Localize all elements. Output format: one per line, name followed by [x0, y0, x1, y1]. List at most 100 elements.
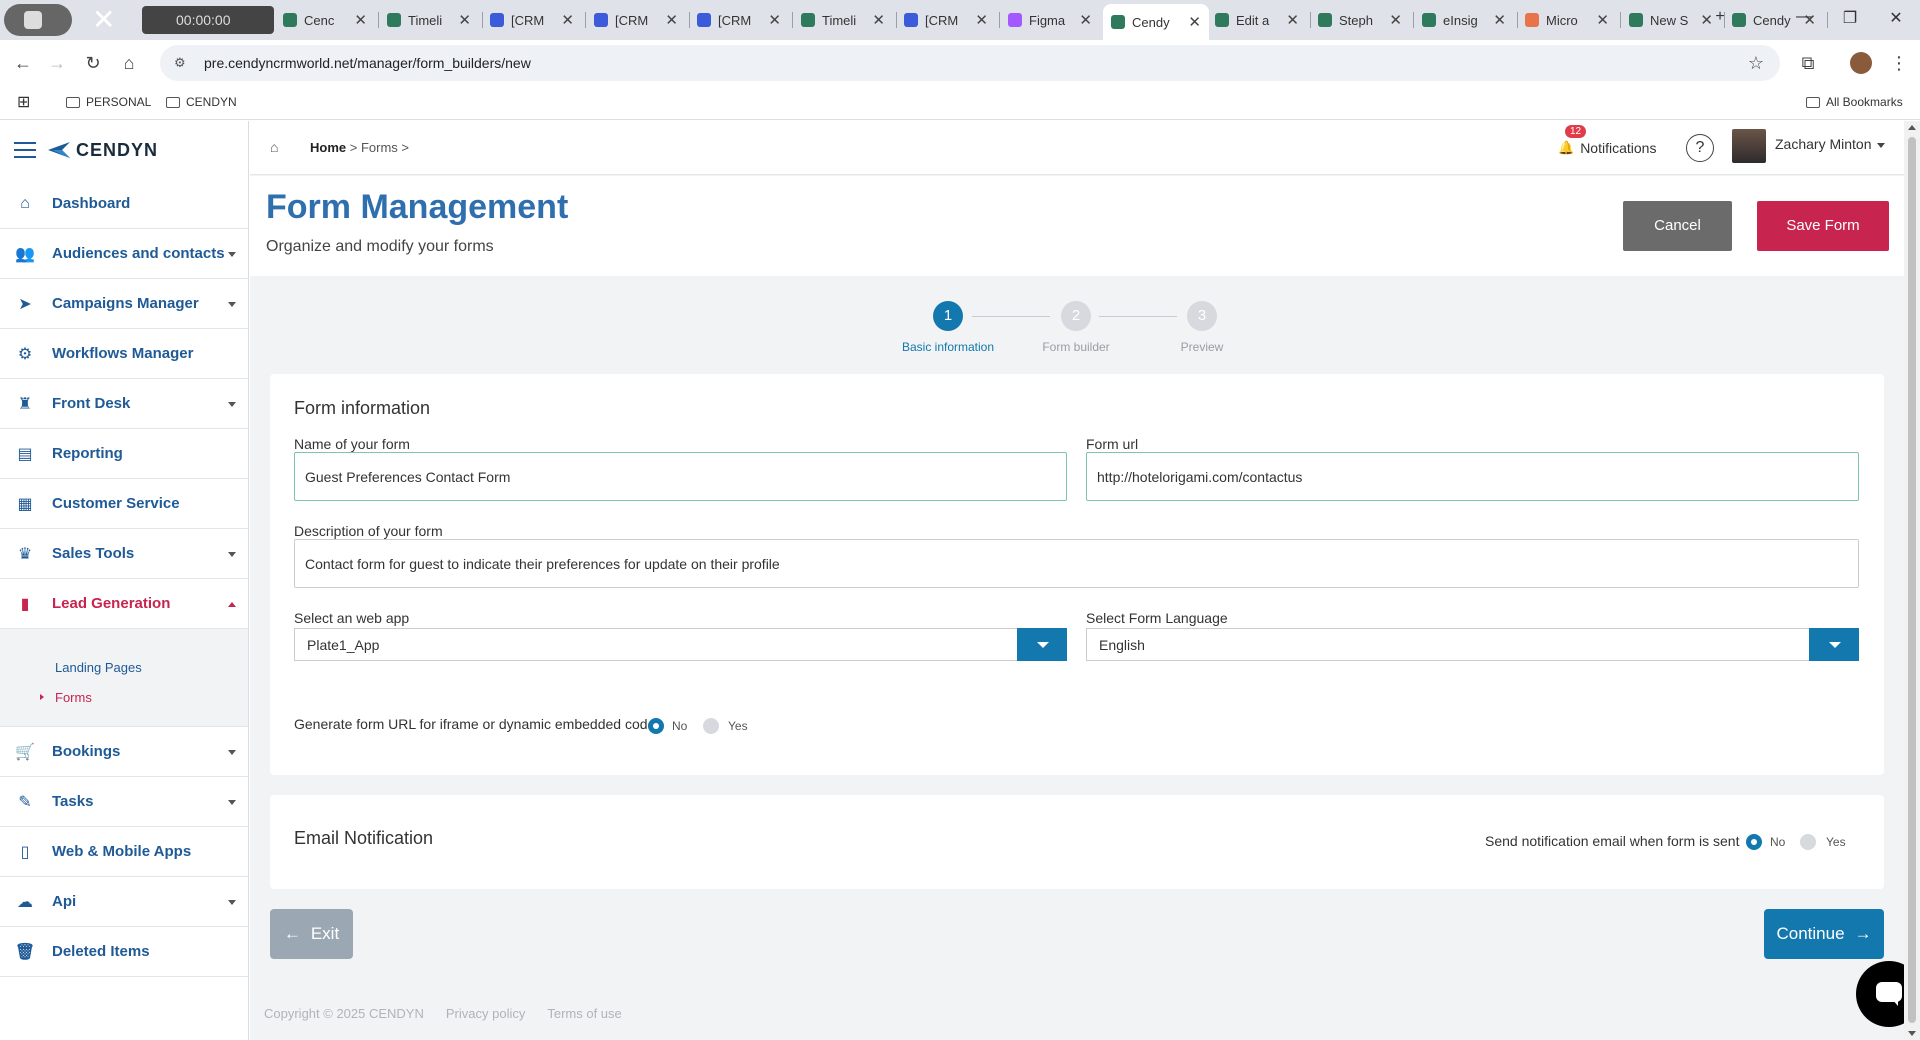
- sidebar-item-web-mobile-apps[interactable]: ▯ Web & Mobile Apps: [0, 827, 248, 877]
- email-notify-yes-radio[interactable]: [1800, 834, 1816, 850]
- form-url-input[interactable]: http://hotelorigami.com/contactus: [1086, 452, 1859, 501]
- sidebar-item-tasks[interactable]: ✎ Tasks: [0, 777, 248, 827]
- breadcrumb-forms[interactable]: Forms: [361, 140, 398, 155]
- sidebar-item-dashboard[interactable]: ⌂ Dashboard: [0, 179, 248, 229]
- close-tab-icon[interactable]: ✕: [458, 11, 471, 29]
- save-form-button[interactable]: Save Form: [1757, 201, 1889, 251]
- notifications-button[interactable]: 🔔 Notifications: [1558, 140, 1656, 156]
- close-tab-icon[interactable]: ✕: [561, 11, 574, 29]
- browser-tab[interactable]: eInsig ✕: [1414, 7, 1514, 33]
- browser-tab[interactable]: Figma ✕: [1000, 7, 1100, 33]
- close-tab-icon[interactable]: ✕: [665, 11, 678, 29]
- site-info-icon[interactable]: ⚙: [174, 55, 192, 71]
- sidebar-item-sales-tools[interactable]: ♛ Sales Tools: [0, 529, 248, 579]
- sidebar-item-bookings[interactable]: 🛒 Bookings: [0, 727, 248, 777]
- close-tab-icon[interactable]: ✕: [1286, 11, 1299, 29]
- address-bar[interactable]: ⚙ pre.cendyncrmworld.net/manager/form_bu…: [160, 45, 1780, 81]
- close-tab-icon[interactable]: ✕: [1493, 11, 1506, 29]
- close-tab-icon[interactable]: ✕: [768, 11, 781, 29]
- privacy-policy-link[interactable]: Privacy policy: [446, 1006, 525, 1021]
- browser-menu-icon[interactable]: ⋮: [1888, 52, 1910, 74]
- close-tab-icon[interactable]: ✕: [872, 11, 885, 29]
- sidebar-item-lead-generation[interactable]: ▮ Lead Generation: [0, 579, 248, 629]
- chevron-down-icon[interactable]: [1809, 628, 1859, 661]
- sidebar-item-customer-service[interactable]: ▦ Customer Service: [0, 479, 248, 529]
- terms-of-use-link[interactable]: Terms of use: [547, 1006, 621, 1021]
- close-tab-icon[interactable]: ✕: [1188, 13, 1201, 31]
- step-3-circle[interactable]: 3: [1187, 301, 1217, 331]
- close-tab-icon[interactable]: ✕: [1596, 11, 1609, 29]
- profile-avatar[interactable]: [1850, 52, 1872, 74]
- browser-tab[interactable]: Micro ✕: [1517, 7, 1617, 33]
- browser-tab[interactable]: Edit a ✕: [1207, 7, 1307, 33]
- bookmark-star-icon[interactable]: ☆: [1745, 52, 1767, 74]
- sidebar-item-audiences-and-contacts[interactable]: 👥 Audiences and contacts: [0, 229, 248, 279]
- breadcrumb-home-icon[interactable]: ⌂: [270, 139, 286, 155]
- sidebar-item-front-desk[interactable]: ♜ Front Desk: [0, 379, 248, 429]
- browser-tab[interactable]: Timeli ✕: [793, 7, 893, 33]
- minimize-button[interactable]: —: [1784, 8, 1824, 26]
- scroll-up-icon[interactable]: [1908, 125, 1916, 130]
- close-tab-icon[interactable]: ✕: [1389, 11, 1402, 29]
- sidebar-item-deleted-items[interactable]: 🗑 Deleted Items: [0, 927, 248, 977]
- close-icon[interactable]: ✕: [92, 6, 115, 34]
- chevron-down-icon[interactable]: [1877, 143, 1885, 148]
- forward-icon[interactable]: →: [46, 52, 68, 74]
- browser-tab[interactable]: Cenc ✕: [275, 7, 375, 33]
- chevron-down-icon[interactable]: [228, 800, 236, 805]
- chevron-down-icon[interactable]: [228, 252, 236, 257]
- form-name-input[interactable]: Guest Preferences Contact Form: [294, 452, 1067, 501]
- browser-tab[interactable]: Timeli ✕: [379, 7, 479, 33]
- browser-tab[interactable]: [CRM ✕: [482, 7, 582, 33]
- continue-button[interactable]: Continue →: [1764, 909, 1884, 959]
- chevron-down-icon[interactable]: [228, 552, 236, 557]
- sidebar-subitem-forms[interactable]: Forms: [55, 690, 92, 705]
- browser-tab[interactable]: [CRM ✕: [896, 7, 996, 33]
- close-tab-icon[interactable]: ✕: [1079, 11, 1092, 29]
- back-icon[interactable]: ←: [12, 52, 34, 74]
- sidebar-item-api[interactable]: ☁ Api: [0, 877, 248, 927]
- chevron-down-icon[interactable]: [228, 750, 236, 755]
- embed-no-radio[interactable]: [648, 718, 664, 734]
- browser-tab[interactable]: [CRM ✕: [586, 7, 686, 33]
- step-1-circle[interactable]: 1: [933, 301, 963, 331]
- exit-button[interactable]: ← Exit: [270, 909, 353, 959]
- close-window-button[interactable]: ✕: [1876, 8, 1916, 28]
- browser-tab[interactable]: Cendy ✕: [1103, 4, 1209, 40]
- sidebar-item-campaigns-manager[interactable]: ➤ Campaigns Manager: [0, 279, 248, 329]
- hamburger-menu-icon[interactable]: [14, 142, 36, 158]
- sidebar-item-reporting[interactable]: ▤ Reporting: [0, 429, 248, 479]
- chevron-down-icon[interactable]: [228, 900, 236, 905]
- page-scrollbar[interactable]: [1904, 121, 1920, 1040]
- chevron-down-icon[interactable]: [228, 402, 236, 407]
- close-tab-icon[interactable]: ✕: [975, 11, 988, 29]
- form-description-input[interactable]: Contact form for guest to indicate their…: [294, 539, 1859, 588]
- cendyn-logo[interactable]: CENDYN: [48, 140, 158, 161]
- apps-grid-icon[interactable]: ⊞: [17, 92, 30, 112]
- extensions-icon[interactable]: ⧉: [1797, 52, 1819, 74]
- user-name[interactable]: Zachary Minton: [1775, 136, 1871, 152]
- chevron-down-icon[interactable]: [228, 302, 236, 307]
- embed-yes-radio[interactable]: [703, 718, 719, 734]
- new-tab-button[interactable]: +: [1700, 8, 1740, 26]
- sidebar-item-workflows-manager[interactable]: ⚙ Workflows Manager: [0, 329, 248, 379]
- close-tab-icon[interactable]: ✕: [354, 11, 367, 29]
- web-app-select[interactable]: Plate1_App: [294, 628, 1067, 661]
- bookmark-folder-cendyn[interactable]: CENDYN: [166, 95, 237, 109]
- home-icon[interactable]: ⌂: [118, 52, 140, 74]
- bookmark-folder-personal[interactable]: PERSONAL: [66, 95, 151, 109]
- step-2-circle[interactable]: 2: [1061, 301, 1091, 331]
- user-avatar[interactable]: [1732, 129, 1766, 163]
- all-bookmarks[interactable]: All Bookmarks: [1806, 95, 1903, 109]
- cancel-button[interactable]: Cancel: [1623, 201, 1732, 251]
- chevron-up-icon[interactable]: [228, 602, 236, 607]
- chevron-down-icon[interactable]: [1017, 628, 1067, 661]
- reload-icon[interactable]: ↻: [82, 52, 104, 74]
- form-language-select[interactable]: English: [1086, 628, 1859, 661]
- restore-button[interactable]: ❐: [1830, 8, 1870, 28]
- help-icon[interactable]: ?: [1686, 134, 1714, 162]
- sidebar-subitem-landing-pages[interactable]: Landing Pages: [55, 660, 142, 675]
- breadcrumb-home[interactable]: Home: [310, 140, 346, 155]
- browser-tab[interactable]: Steph ✕: [1310, 7, 1410, 33]
- email-notify-no-radio[interactable]: [1746, 834, 1762, 850]
